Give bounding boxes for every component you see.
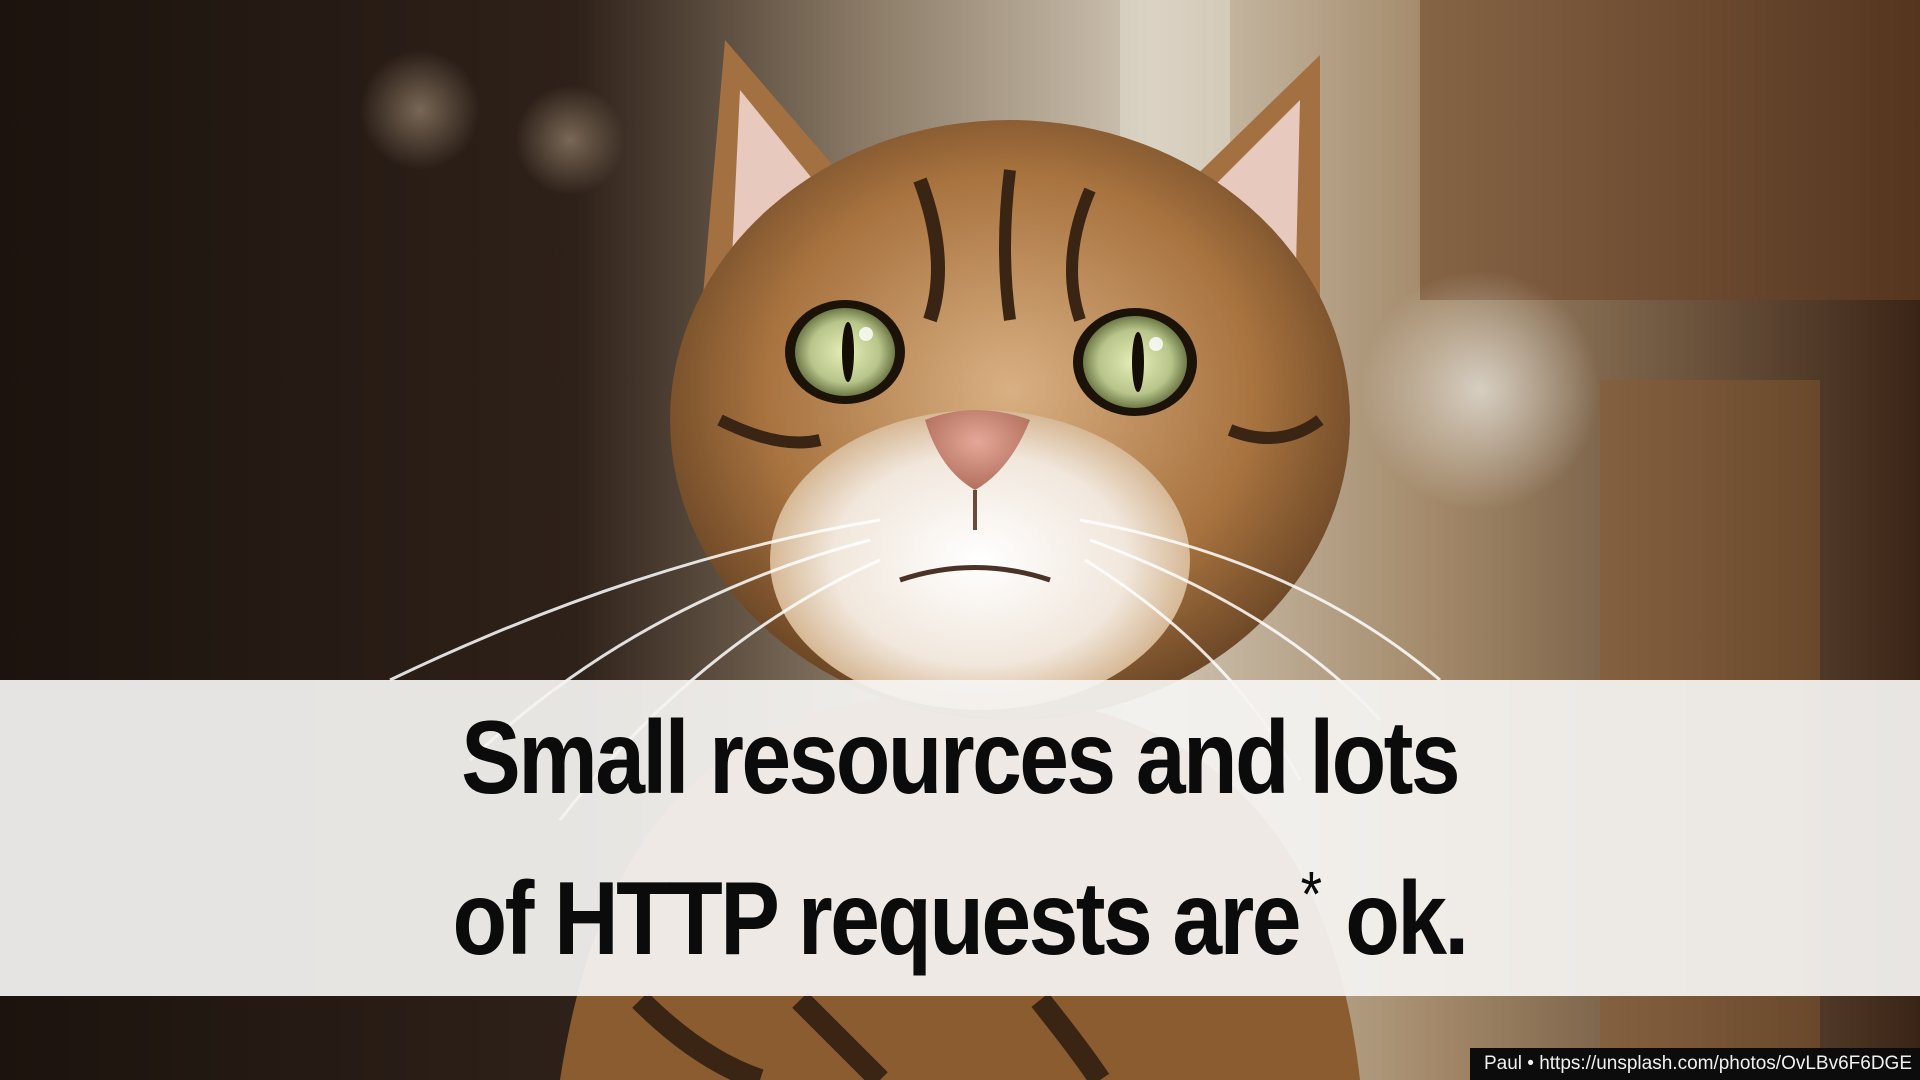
photo-credit: Paul • https://unsplash.com/photos/OvLBv… xyxy=(1469,1048,1920,1080)
headline-line-2-prefix: of HTTP requests are xyxy=(452,860,1302,977)
slide: Small resources and lots of HTTP request… xyxy=(0,0,1920,1080)
headline-line-2-suffix: ok. xyxy=(1323,860,1470,977)
headline: Small resources and lots of HTTP request… xyxy=(452,690,1470,987)
footnote-asterisk: * xyxy=(1301,857,1322,930)
caption-banner: Small resources and lots of HTTP request… xyxy=(0,680,1920,996)
headline-line-2: of HTTP requests are* ok. xyxy=(452,826,1470,987)
headline-line-1: Small resources and lots xyxy=(461,699,1461,816)
